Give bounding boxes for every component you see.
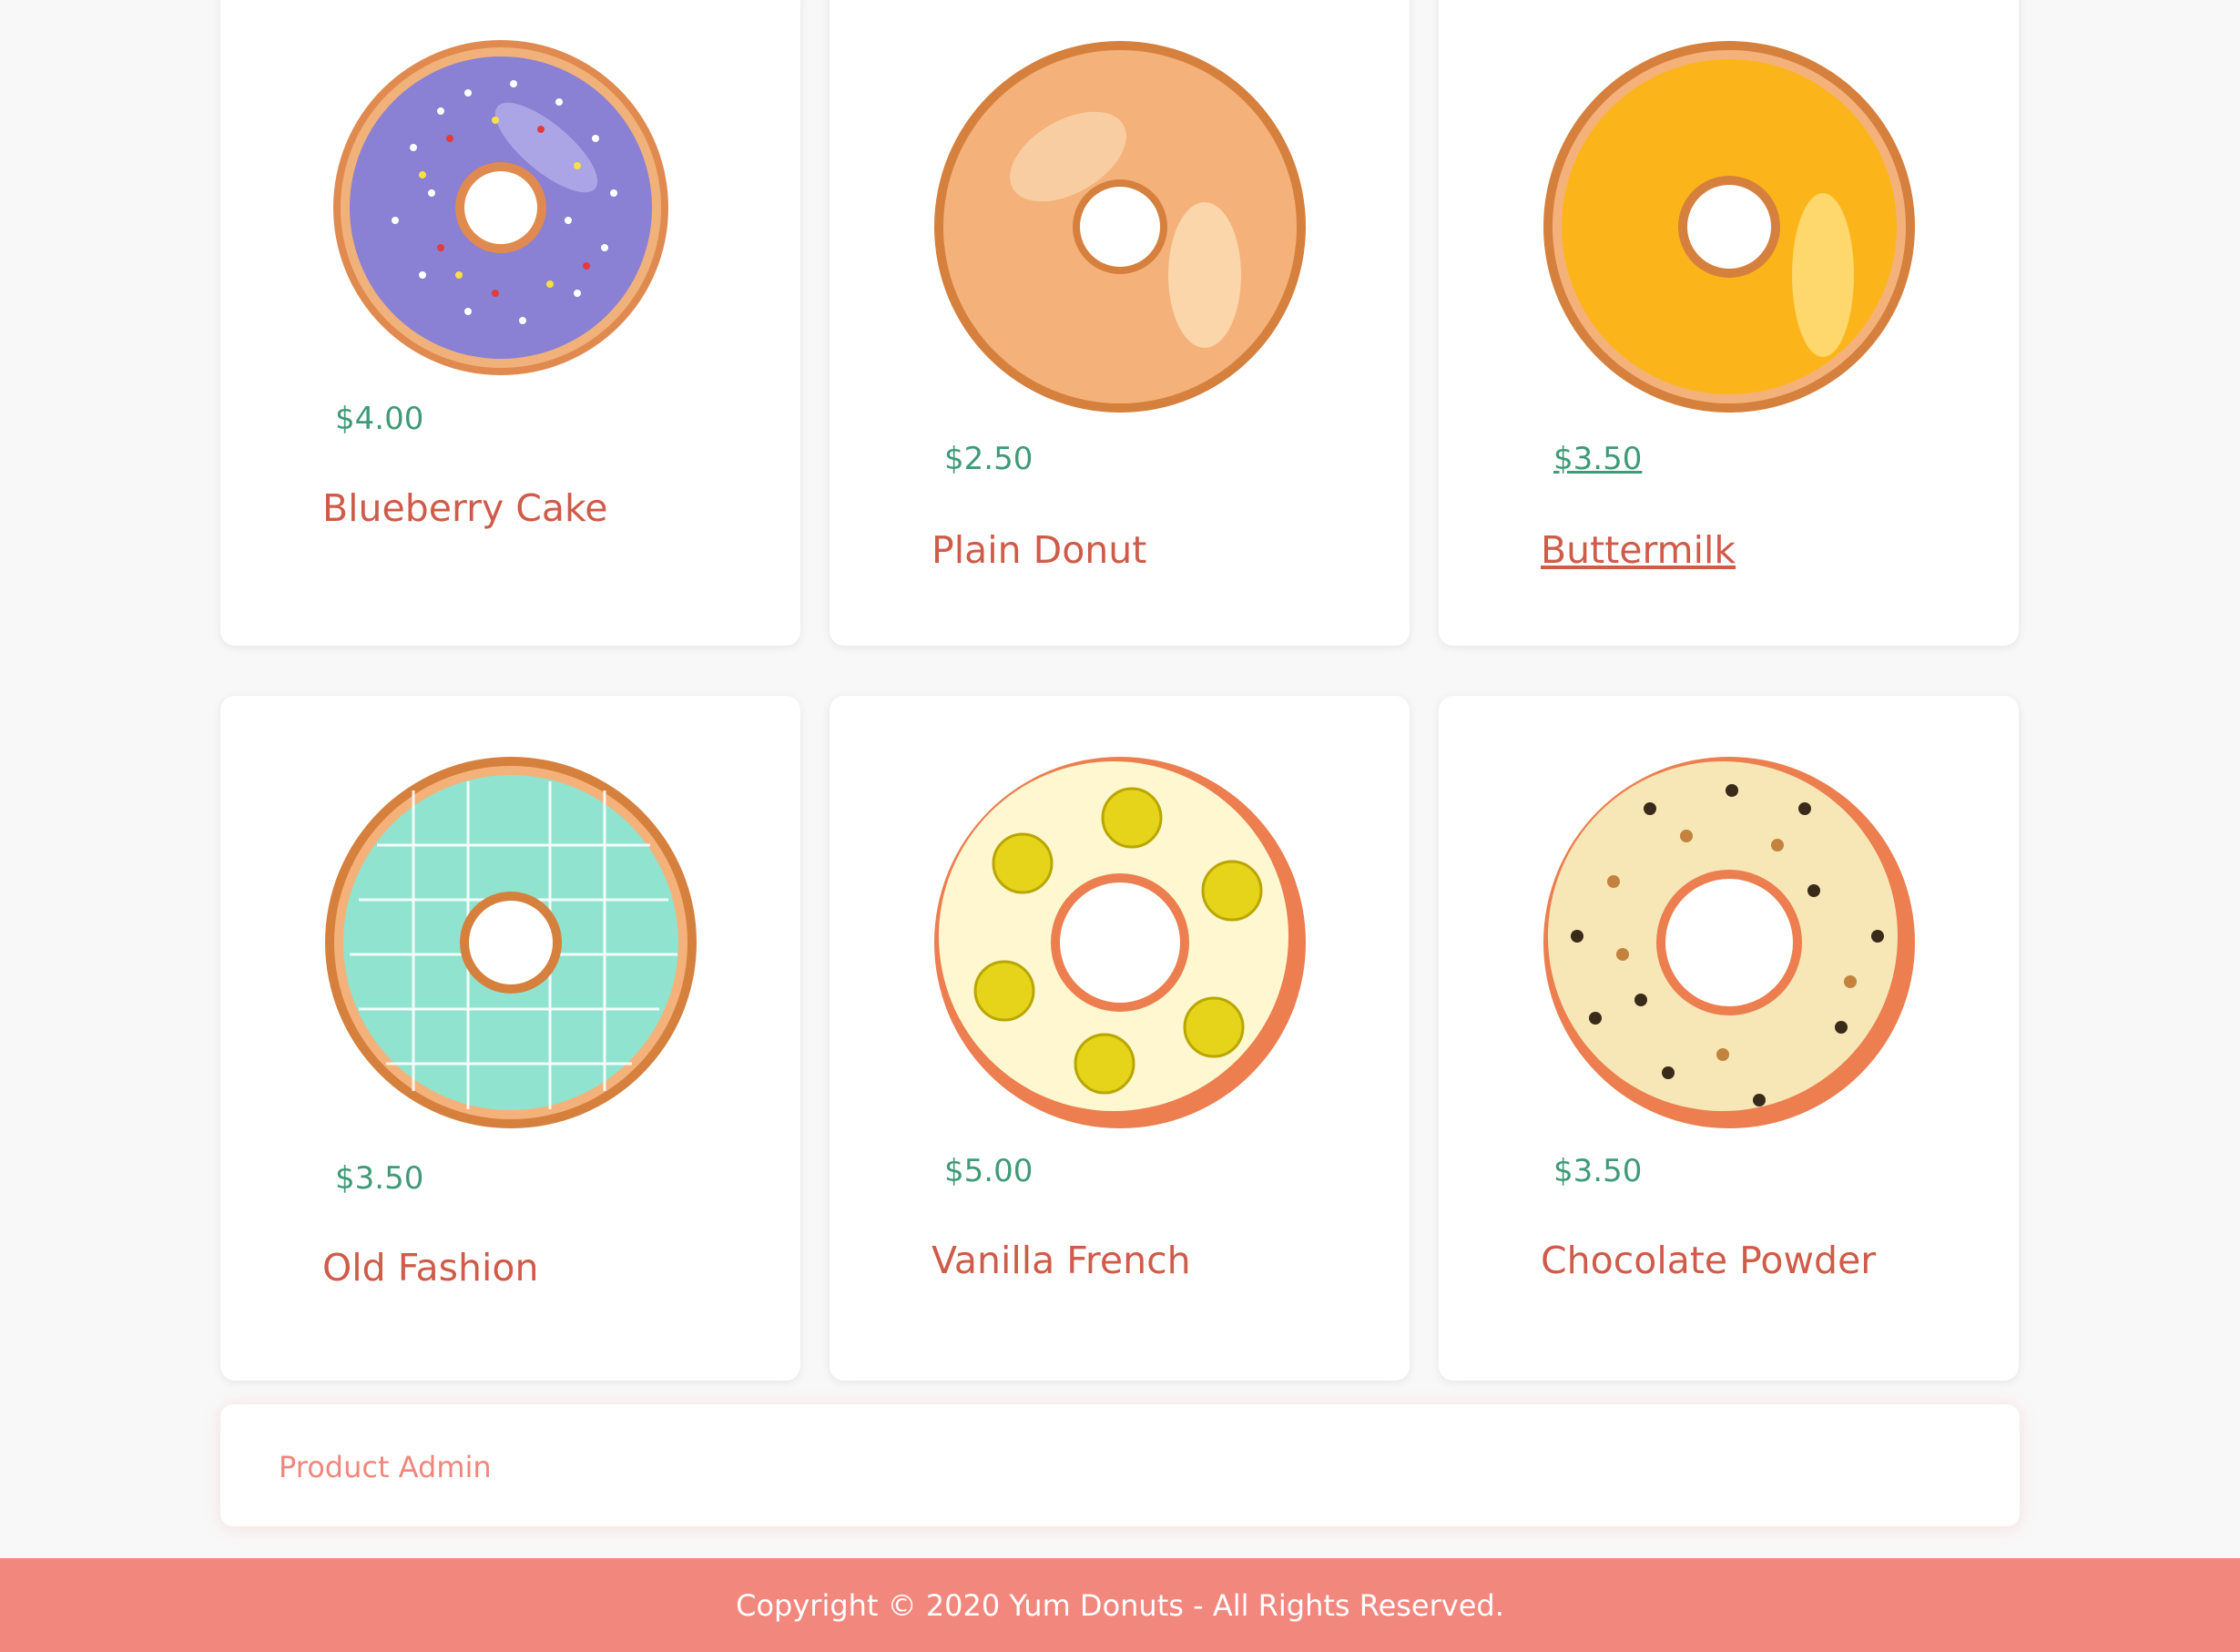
product-price: $5.00	[944, 1153, 1033, 1189]
product-name[interactable]: Plain Donut	[932, 528, 1146, 572]
product-name[interactable]: Chocolate Powder	[1541, 1239, 1876, 1282]
product-price: $4.00	[335, 401, 424, 437]
product-card-blueberry-cake[interactable]: $4.00 Blueberry Cake	[220, 0, 800, 646]
product-name[interactable]: Blueberry Cake	[322, 486, 608, 530]
product-name[interactable]: Buttermilk	[1541, 528, 1736, 572]
footer: Copyright © 2020 Yum Donuts - All Rights…	[0, 1558, 2240, 1652]
plain-donut-image	[934, 41, 1306, 413]
product-name[interactable]: Vanilla French	[932, 1239, 1191, 1282]
product-card-buttermilk[interactable]: $3.50 Buttermilk	[1439, 0, 2019, 646]
product-card-chocolate-powder[interactable]: $3.50 Chocolate Powder	[1439, 696, 2019, 1381]
blueberry-donut-image	[333, 40, 668, 375]
old-fashion-donut-image	[325, 757, 697, 1128]
product-card-plain-donut[interactable]: $2.50 Plain Donut	[830, 0, 1410, 646]
product-price: $3.50	[1553, 441, 1643, 477]
product-price: $2.50	[944, 441, 1033, 477]
admin-bar: Product Admin	[220, 1404, 2020, 1526]
footer-copyright: Copyright © 2020 Yum Donuts - All Rights…	[736, 1587, 1504, 1623]
product-price: $3.50	[335, 1160, 424, 1197]
buttermilk-donut-image	[1543, 41, 1915, 413]
product-card-old-fashion[interactable]: $3.50 Old Fashion	[220, 696, 800, 1381]
product-price: $3.50	[1553, 1153, 1643, 1189]
product-grid-row-1: $4.00 Blueberry Cake $2.50 Plain Donut $…	[220, 0, 2020, 646]
product-grid-row-2: $3.50 Old Fashion $5.00 Vanilla French $…	[220, 696, 2020, 1381]
product-admin-link[interactable]: Product Admin	[279, 1450, 492, 1484]
product-name[interactable]: Old Fashion	[322, 1246, 538, 1290]
vanilla-french-donut-image	[934, 757, 1306, 1128]
chocolate-powder-donut-image	[1543, 757, 1915, 1128]
product-card-vanilla-french[interactable]: $5.00 Vanilla French	[830, 696, 1410, 1381]
